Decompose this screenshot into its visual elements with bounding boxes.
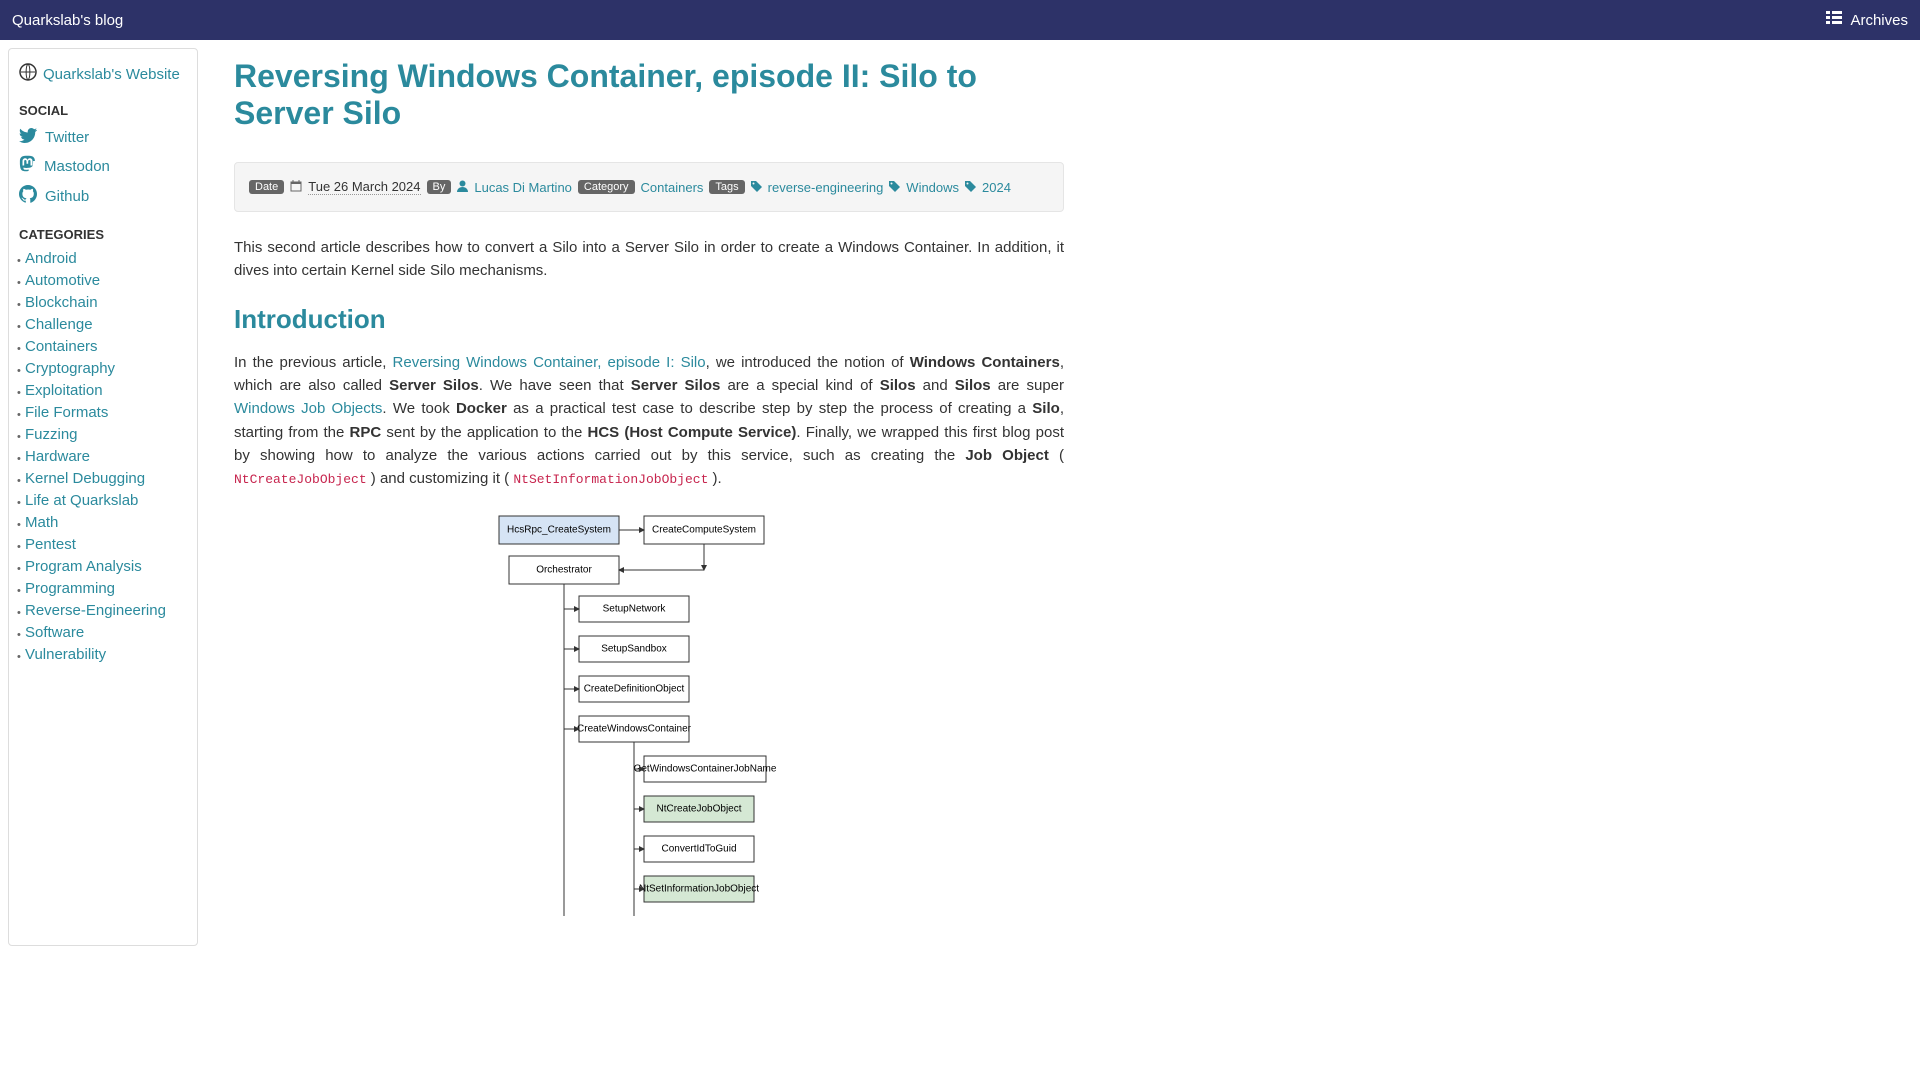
social-link-mastodon[interactable]: Mastodon — [19, 153, 187, 179]
brand-link[interactable]: Quarkslab's blog — [12, 12, 123, 29]
category-list: Android Automotive Blockchain Challenge … — [19, 250, 187, 664]
category-link[interactable]: Fuzzing — [25, 426, 78, 443]
job-objects-link[interactable]: Windows Job Objects — [234, 400, 382, 417]
category-link[interactable]: Containers — [25, 338, 98, 355]
social-label: Twitter — [45, 129, 89, 146]
social-list: Twitter Mastodon Github — [19, 126, 187, 209]
social-label: Github — [45, 188, 89, 205]
website-link[interactable]: Quarkslab's Website — [19, 63, 187, 85]
category-link[interactable]: Android — [25, 250, 77, 267]
top-nav: Quarkslab's blog Archives — [0, 0, 1920, 40]
category-link[interactable]: Software — [25, 624, 84, 641]
github-icon — [19, 185, 37, 207]
category-link[interactable]: Vulnerability — [25, 646, 106, 663]
tag-icon — [751, 180, 762, 195]
list-icon — [1826, 11, 1842, 29]
user-icon — [457, 180, 468, 195]
svg-text:Orchestrator: Orchestrator — [536, 565, 592, 576]
svg-text:CreateDefinitionObject: CreateDefinitionObject — [584, 684, 685, 695]
twitter-icon — [19, 128, 37, 147]
svg-text:SetupSandbox: SetupSandbox — [601, 644, 667, 655]
category-link[interactable]: Exploitation — [25, 382, 103, 399]
date-badge: Date — [249, 180, 284, 194]
category-link[interactable]: Blockchain — [25, 294, 98, 311]
svg-text:ConvertIdToGuid: ConvertIdToGuid — [661, 844, 736, 855]
tag-link[interactable]: Windows — [906, 180, 959, 195]
social-heading: SOCIAL — [19, 103, 187, 118]
svg-text:CreateWindowsContainer: CreateWindowsContainer — [577, 724, 692, 735]
mastodon-icon — [19, 155, 36, 177]
lead-paragraph: This second article describes how to con… — [234, 236, 1064, 283]
category-link[interactable]: Challenge — [25, 316, 93, 333]
svg-text:NtSetInformationJobObject: NtSetInformationJobObject — [639, 884, 759, 895]
sidebar: Quarkslab's Website SOCIAL Twitter Masto… — [8, 48, 198, 946]
svg-text:CreateComputeSystem: CreateComputeSystem — [652, 525, 756, 536]
episode-1-link[interactable]: Reversing Windows Container, episode I: … — [393, 354, 706, 371]
category-link[interactable]: Programming — [25, 580, 115, 597]
article-body: This second article describes how to con… — [234, 236, 1064, 926]
svg-text:SetupNetwork: SetupNetwork — [603, 604, 667, 615]
svg-text:NtCreateJobObject: NtCreateJobObject — [656, 804, 741, 815]
category-link[interactable]: Containers — [641, 180, 704, 195]
svg-text:GetWindowsContainerJobName: GetWindowsContainerJobName — [634, 764, 777, 775]
by-badge: By — [427, 180, 452, 194]
category-link[interactable]: Hardware — [25, 448, 90, 465]
social-link-twitter[interactable]: Twitter — [19, 126, 187, 149]
categories-heading: CATEGORIES — [19, 227, 187, 242]
category-link[interactable]: File Formats — [25, 404, 108, 421]
category-link[interactable]: Cryptography — [25, 360, 115, 377]
code-ntset: NtSetInformationJobObject — [513, 472, 708, 487]
category-link[interactable]: Pentest — [25, 536, 76, 553]
article-date: Tue 26 March 2024 — [308, 179, 420, 195]
article-title: Reversing Windows Container, episode II:… — [234, 58, 1064, 132]
article-meta: Date Tue 26 March 2024 By Lucas Di Marti… — [234, 162, 1064, 212]
calendar-icon — [290, 180, 302, 195]
code-ntcreate: NtCreateJobObject — [234, 472, 367, 487]
svg-text:HcsRpc_CreateSystem: HcsRpc_CreateSystem — [507, 525, 611, 536]
website-label: Quarkslab's Website — [43, 66, 180, 83]
archives-link[interactable]: Archives — [1826, 11, 1908, 29]
intro-heading: Introduction — [234, 299, 1064, 339]
social-link-github[interactable]: Github — [19, 183, 187, 209]
flowchart-diagram: HcsRpc_CreateSystem CreateComputeSystem … — [234, 506, 1064, 926]
globe-icon — [19, 63, 37, 85]
tag-link[interactable]: 2024 — [982, 180, 1011, 195]
tags-badge: Tags — [709, 180, 744, 194]
tag-icon — [889, 180, 900, 195]
tag-link[interactable]: reverse-engineering — [768, 180, 884, 195]
author-link[interactable]: Lucas Di Martino — [474, 180, 572, 195]
category-link[interactable]: Automotive — [25, 272, 100, 289]
tag-icon — [965, 180, 976, 195]
category-link[interactable]: Life at Quarkslab — [25, 492, 138, 509]
intro-paragraph: In the previous article, Reversing Windo… — [234, 351, 1064, 491]
category-link[interactable]: Kernel Debugging — [25, 470, 145, 487]
category-link[interactable]: Reverse-Engineering — [25, 602, 166, 619]
social-label: Mastodon — [44, 158, 110, 175]
category-badge: Category — [578, 180, 635, 194]
category-link[interactable]: Math — [25, 514, 58, 531]
main-content: Reversing Windows Container, episode II:… — [214, 48, 1084, 946]
category-link[interactable]: Program Analysis — [25, 558, 142, 575]
archives-label: Archives — [1850, 12, 1908, 29]
